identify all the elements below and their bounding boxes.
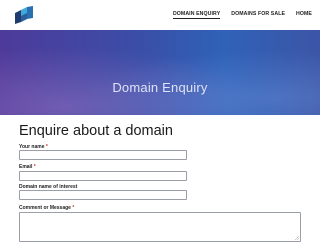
site-header: DOMAIN ENQUIRY DOMAINS FOR SALE HOME [0,0,320,30]
hero-background [0,30,320,115]
hero-banner: Domain Enquiry [0,30,320,115]
comment-textarea[interactable] [19,212,301,242]
required-marker: * [72,205,75,211]
resize-handle-icon[interactable] [295,236,299,240]
email-label: Email * [19,164,36,170]
name-input[interactable] [19,150,187,160]
required-marker: * [33,164,36,170]
site-logo[interactable] [13,5,35,25]
main-nav: DOMAIN ENQUIRY DOMAINS FOR SALE HOME [172,11,312,19]
nav-home[interactable]: HOME [296,11,312,19]
domain-input[interactable] [19,190,187,200]
page-title: Domain Enquiry [112,80,208,95]
form-title: Enquire about a domain [19,123,173,139]
comment-label: Comment or Message * [19,205,75,211]
nav-domain-enquiry[interactable]: DOMAIN ENQUIRY [172,11,221,19]
enquiry-form: Enquire about a domain [19,120,301,139]
nav-domains-for-sale[interactable]: DOMAINS FOR SALE [231,11,285,19]
email-input[interactable] [19,171,187,181]
